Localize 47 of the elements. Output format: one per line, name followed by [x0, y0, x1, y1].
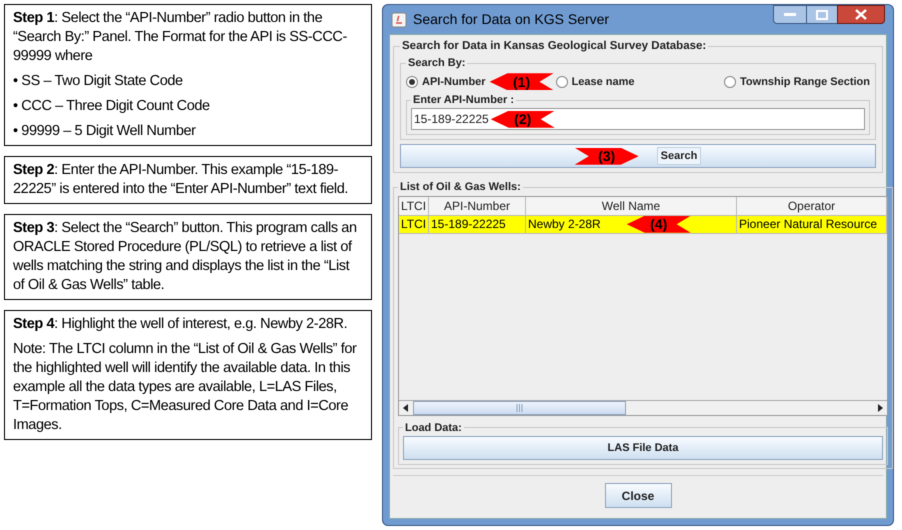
step-text: Note: The LTCI column in the “List of Oil & Gas Wells” for the highlighted well will identify the available data. In this example all the data types are available, L=LAS Files, T=Formation Tops, C=Measured Core Data and I=Core Images.	[13, 340, 358, 435]
window-title: Search for Data on KGS Server	[413, 10, 610, 29]
radio-button[interactable]	[406, 76, 418, 88]
group-title: Search By:	[407, 56, 466, 72]
column-header[interactable]: Operator	[737, 196, 887, 215]
step-text: Step 1: Select the “API-Number” radio button in the “Search By:” Panel. The Format for the API is SS-CCC-99999 where	[13, 9, 348, 66]
radio-label[interactable]: Lease name	[572, 74, 635, 90]
las-file-data-button[interactable]: LAS File Data	[403, 436, 883, 460]
table-row[interactable]: LTCI 15-189-22225 Newby 2-28R (4) Pioneer Natural Resource	[399, 216, 887, 234]
table-cell-text: 15-189-22225	[431, 216, 506, 233]
minimize-button[interactable]	[773, 5, 807, 24]
close-dialog-button[interactable]: Close	[604, 483, 672, 508]
grip-icon	[516, 404, 523, 412]
maximize-button[interactable]	[807, 5, 837, 24]
column-header[interactable]: LTCI	[399, 196, 429, 215]
close-button[interactable]	[837, 5, 885, 24]
table-cell-text: Pioneer Natural Resource	[739, 216, 878, 233]
minimize-icon	[784, 12, 796, 16]
maximize-icon	[816, 10, 828, 20]
callout-marker: (3)	[574, 148, 639, 165]
step-text: • 99999 – 5 Digit Well Number	[13, 122, 197, 141]
step-text: • SS – Two Digit State Code	[13, 72, 184, 91]
step-text: Step 4: Highlight the well of interest, e.g. Newby 2-28R.	[13, 315, 348, 334]
horizontal-scrollbar[interactable]	[399, 400, 887, 414]
radio-button[interactable]	[556, 76, 568, 88]
group-title: Load Data:	[404, 420, 463, 436]
table-cell-text: LTCI	[401, 216, 426, 233]
close-icon	[855, 9, 867, 20]
column-header[interactable]: Well Name	[526, 196, 737, 215]
panel-title: List of Oil & Gas Wells:	[399, 180, 522, 196]
callout-marker: (4)	[626, 216, 691, 233]
callout-marker: (2)	[490, 110, 555, 128]
api-number-field[interactable]: 15-189-22225 (2)	[411, 108, 865, 130]
radio-button[interactable]	[724, 76, 736, 88]
step-text: • CCC – Three Digit Count Code	[13, 97, 211, 116]
radio-label[interactable]: API-Number	[422, 74, 486, 90]
scrollbar-thumb[interactable]	[413, 400, 626, 414]
radio-label[interactable]: Township Range Section	[740, 74, 870, 90]
panel-title: Search for Data in Kansas Geological Survey Database:	[401, 39, 708, 54]
app-icon	[391, 12, 407, 28]
step-text: Step 2: Enter the API-Number. This example “15-189-22225” is entered into the “Enter API-Number” text field.	[13, 161, 350, 199]
group-title: Enter API-Number :	[412, 92, 516, 108]
column-header[interactable]: API-Number	[429, 196, 526, 215]
table-cell-text: Newby 2-28R	[528, 216, 601, 233]
callout-marker: (1)	[490, 73, 554, 90]
search-button[interactable]: Search	[656, 147, 702, 166]
step-text: Step 3: Select the “Search” button. This program calls an ORACLE Stored Procedure (PL/SQL) to retrieve a list of wells matching the string and displays the list in the “List of Oil & Gas Wells” table.	[13, 219, 358, 295]
